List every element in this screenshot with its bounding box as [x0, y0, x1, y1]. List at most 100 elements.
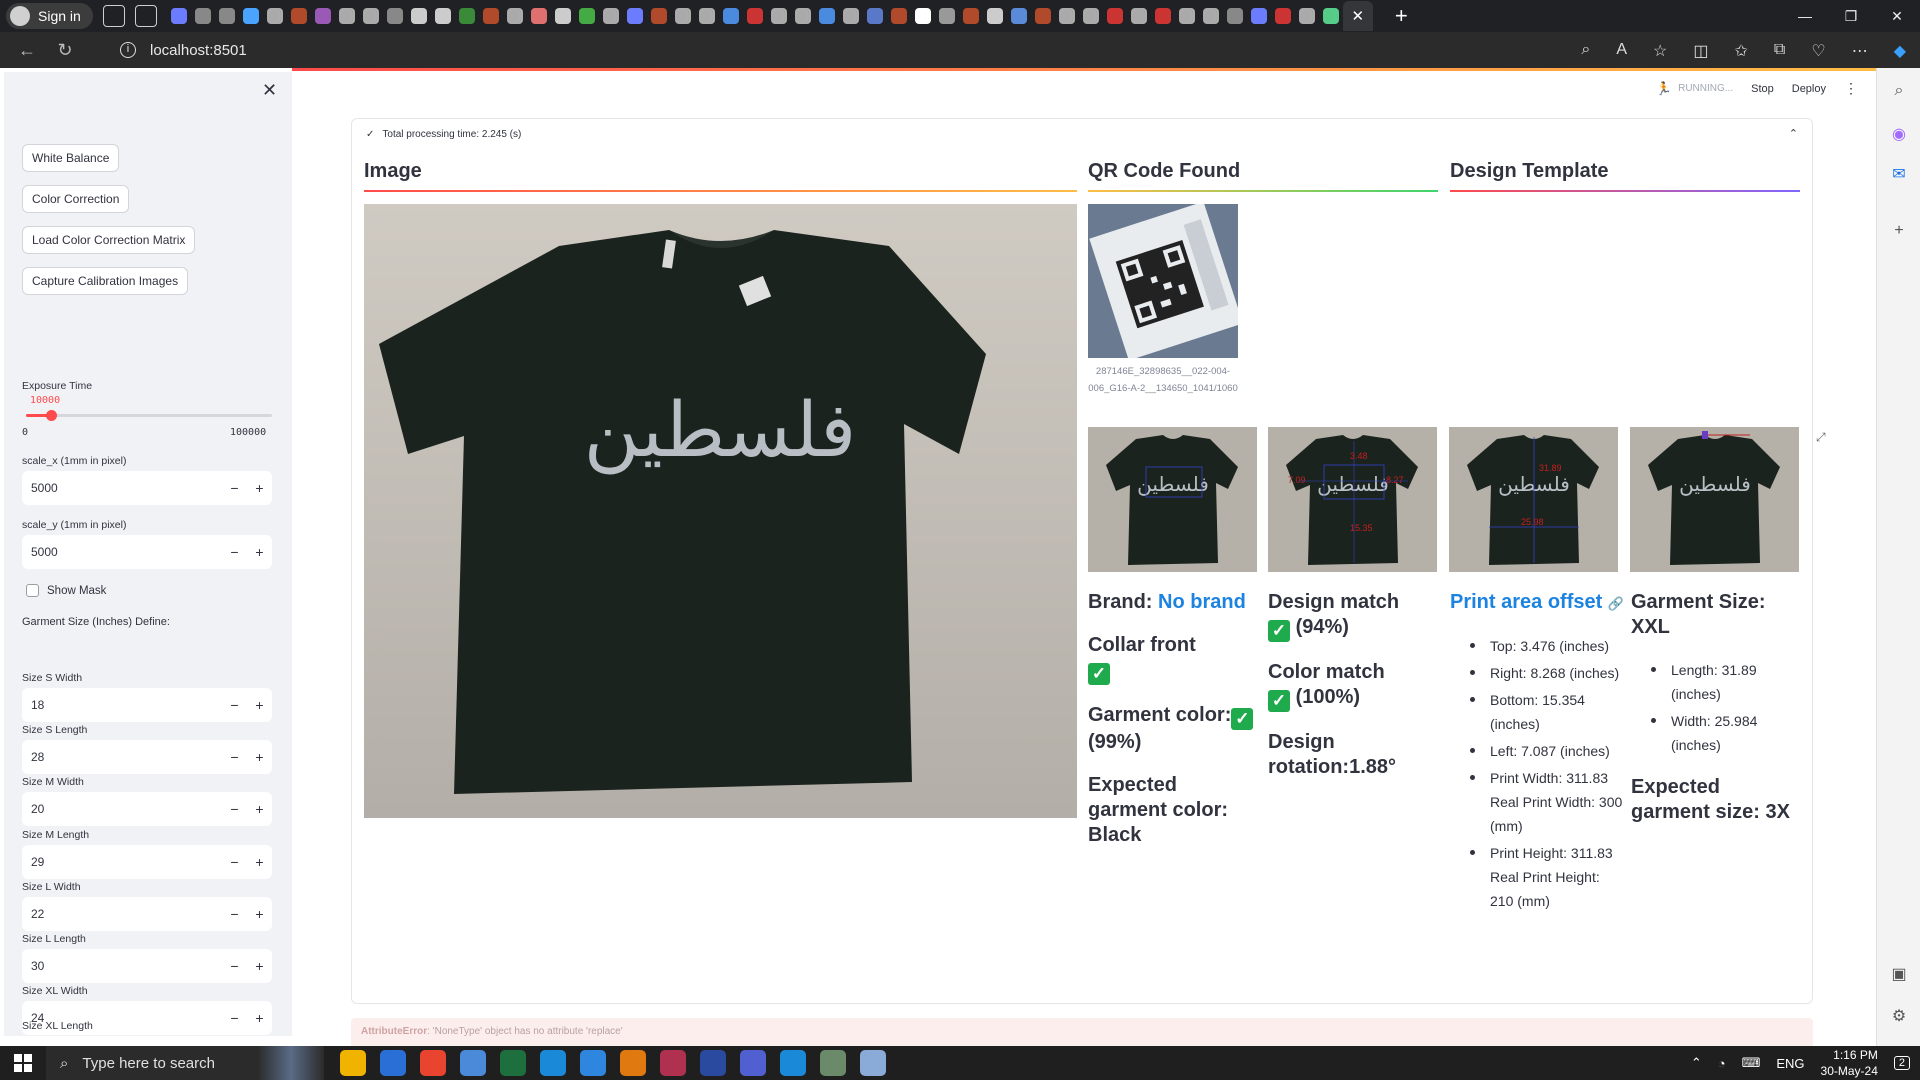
taskbar-app-icon[interactable] — [340, 1050, 366, 1076]
close-icon[interactable]: ✕ — [262, 80, 277, 101]
zoom-icon[interactable]: ⌕ — [1581, 41, 1590, 61]
tab-favicon-icon[interactable] — [1154, 8, 1171, 24]
exposure-slider[interactable] — [26, 410, 272, 421]
stop-button[interactable]: Stop — [1751, 83, 1774, 95]
tab-favicon-icon[interactable] — [914, 8, 931, 24]
scale-x-input[interactable]: 5000− + — [22, 471, 272, 505]
more-icon[interactable]: ⋯ — [1852, 41, 1868, 61]
chevron-up-icon[interactable]: ⌃ — [1789, 127, 1798, 140]
tab-favicon-icon[interactable] — [530, 8, 547, 24]
tab-favicon-icon[interactable] — [818, 8, 835, 24]
tab-favicon-icon[interactable] — [218, 8, 235, 24]
tab-favicon-icon[interactable] — [890, 8, 907, 24]
tab-favicon-icon[interactable] — [986, 8, 1003, 24]
tab-favicon-icon[interactable] — [962, 8, 979, 24]
back-icon[interactable]: ← — [12, 40, 42, 61]
tab-favicon-icon[interactable] — [386, 8, 403, 24]
main-menu-icon[interactable]: ⋮ — [1844, 80, 1858, 97]
decrement-button[interactable]: − — [222, 801, 247, 817]
checkbox-box[interactable] — [26, 584, 39, 597]
taskbar-search[interactable]: ⌕ Type here to search — [46, 1046, 258, 1080]
favorite-icon[interactable]: ☆ — [1653, 41, 1667, 61]
split-screen-icon[interactable]: ◫ — [1693, 41, 1708, 61]
tab-favicon-icon[interactable] — [1082, 8, 1099, 24]
show-mask-checkbox[interactable]: Show Mask — [26, 584, 106, 597]
tab-favicon-icon[interactable] — [1178, 8, 1195, 24]
white-balance-button[interactable]: White Balance — [22, 144, 120, 172]
start-icon[interactable] — [14, 1054, 32, 1072]
taskbar-app-icon[interactable] — [460, 1050, 486, 1076]
tab-favicon-icon[interactable] — [602, 8, 619, 24]
slider-thumb[interactable] — [45, 410, 57, 421]
chevron-up-icon[interactable]: ⌃ — [1691, 1055, 1702, 1071]
size-input[interactable]: 18− + — [22, 688, 272, 722]
taskbar-app-icon[interactable] — [380, 1050, 406, 1076]
settings-icon[interactable]: ⚙ — [1890, 1006, 1908, 1025]
link-icon[interactable]: 🔗 — [1608, 596, 1624, 611]
tab-favicon-icon[interactable] — [866, 8, 883, 24]
template-thumb-2[interactable]: فلسطين 3.48 7.09 8.27 15.35 — [1268, 427, 1437, 572]
tab-actions-icon[interactable] — [134, 5, 157, 27]
minimize-icon[interactable]: — — [1782, 0, 1828, 32]
tab-favicon-icon[interactable] — [1106, 8, 1123, 24]
size-value[interactable]: 29 — [22, 855, 222, 869]
tab-favicon-icon[interactable] — [1298, 8, 1315, 24]
tab-favicon-icon[interactable] — [266, 8, 283, 24]
outlook-icon[interactable]: ✉ — [1890, 164, 1908, 183]
capture-calibration-button[interactable]: Capture Calibration Images — [22, 267, 189, 295]
size-input[interactable]: 28− + — [22, 740, 272, 775]
decrement-button[interactable]: − — [222, 749, 247, 765]
tab-favicon-icon[interactable] — [1322, 8, 1339, 24]
size-value[interactable]: 22 — [22, 907, 222, 921]
tab-favicon-icon[interactable] — [434, 8, 451, 24]
tab-favicon-icon[interactable] — [554, 8, 571, 24]
color-correction-button[interactable]: Color Correction — [22, 185, 130, 213]
tab-favicon-icon[interactable] — [242, 8, 259, 24]
increment-button[interactable]: + — [247, 749, 272, 765]
taskbar-app-icon[interactable] — [620, 1050, 646, 1076]
tab-favicon-icon[interactable] — [1226, 8, 1243, 24]
decrement-button[interactable]: − — [222, 697, 247, 713]
tab-favicon-icon[interactable] — [626, 8, 643, 24]
decrement-button[interactable]: − — [222, 1010, 247, 1026]
decrement-button[interactable]: − — [222, 854, 247, 870]
restore-icon[interactable]: ❐ — [1828, 0, 1874, 32]
taskbar-app-icon[interactable] — [700, 1050, 726, 1076]
add-icon[interactable]: + — [1890, 222, 1908, 240]
read-aloud-icon[interactable]: A — [1616, 41, 1627, 61]
tab-favicon-icon[interactable] — [362, 8, 379, 24]
tab-favicon-icon[interactable] — [674, 8, 691, 24]
tab-favicon-icon[interactable] — [1034, 8, 1051, 24]
increment-button[interactable]: + — [247, 1010, 272, 1026]
tab-favicon-icon[interactable] — [794, 8, 811, 24]
tab-favicon-icon[interactable] — [458, 8, 475, 24]
active-tab[interactable]: ✕ — [1342, 1, 1373, 31]
tab-favicon-icon[interactable] — [650, 8, 667, 24]
load-ccm-button[interactable]: Load Color Correction Matrix — [22, 226, 196, 254]
tab-favicon-icon[interactable] — [770, 8, 787, 24]
taskbar-app-icon[interactable] — [580, 1050, 606, 1076]
search-icon[interactable]: ⌕ — [1890, 82, 1908, 100]
decrement-button[interactable]: − — [222, 544, 247, 560]
extensions-icon[interactable]: ♡ — [1811, 41, 1825, 61]
size-input[interactable]: 22− + — [22, 896, 272, 931]
increment-button[interactable]: + — [247, 480, 272, 496]
increment-button[interactable]: + — [247, 697, 272, 713]
tab-favicon-icon[interactable] — [1010, 8, 1027, 24]
tab-favicon-icon[interactable] — [170, 8, 187, 24]
tab-favicon-icon[interactable] — [194, 8, 211, 24]
decrement-button[interactable]: − — [222, 958, 247, 974]
size-input[interactable]: 20− + — [22, 792, 272, 827]
increment-button[interactable]: + — [247, 958, 272, 974]
increment-button[interactable]: + — [247, 801, 272, 817]
size-input[interactable]: 29− + — [22, 844, 272, 879]
screenshot-icon[interactable]: ▣ — [1890, 964, 1908, 983]
taskbar-app-icon[interactable] — [660, 1050, 686, 1076]
scale-x-value[interactable]: 5000 — [22, 481, 222, 495]
collections-icon[interactable]: ⧉ — [1774, 41, 1785, 61]
url-field[interactable]: i localhost:8501 — [116, 36, 1606, 64]
favorites-icon[interactable]: ✩ — [1735, 41, 1748, 61]
increment-button[interactable]: + — [247, 854, 272, 870]
deploy-button[interactable]: Deploy — [1792, 83, 1826, 95]
taskbar-app-icon[interactable] — [540, 1050, 566, 1076]
